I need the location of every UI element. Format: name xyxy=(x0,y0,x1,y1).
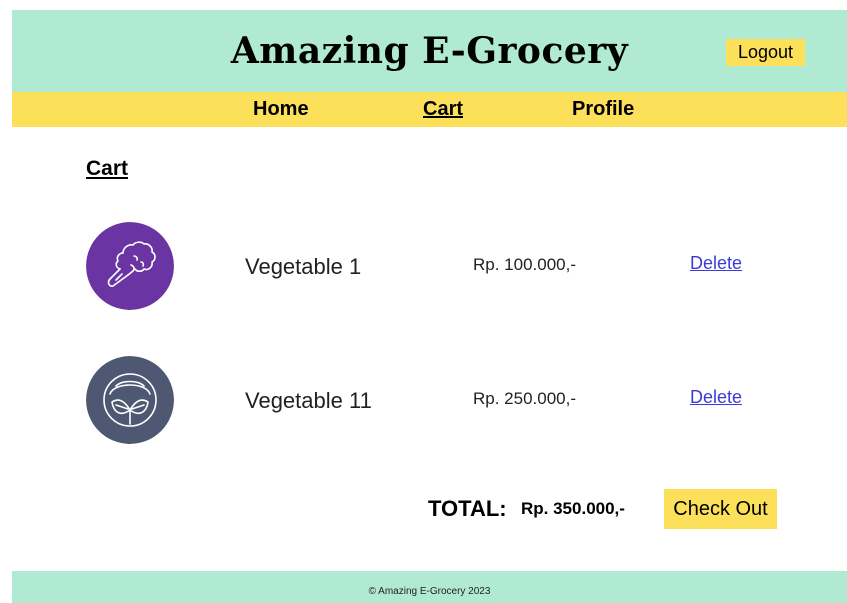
total-label: TOTAL: xyxy=(428,496,507,521)
nav-home-link[interactable]: Home xyxy=(253,98,309,121)
total-value: Rp. 350.000,- xyxy=(521,499,625,518)
item-price: Rp. 250.000,- xyxy=(473,389,577,408)
cart-item: Vegetable 11 Rp. 250.000,- Delete xyxy=(0,356,847,446)
nav-profile-link[interactable]: Profile xyxy=(572,98,634,121)
checkout-button[interactable]: Check Out xyxy=(664,489,777,529)
page-title: Cart xyxy=(86,157,129,180)
broccoli-icon xyxy=(86,222,174,310)
copyright-text: © Amazing E-Grocery 2023 xyxy=(368,586,491,597)
logout-button[interactable]: Logout xyxy=(726,39,805,66)
delete-item-link[interactable]: Delete xyxy=(690,253,742,274)
site-header: Amazing E-Grocery Logout xyxy=(12,10,847,92)
delete-item-link[interactable]: Delete xyxy=(690,387,742,408)
item-name: Vegetable 1 xyxy=(245,254,362,279)
site-footer: © Amazing E-Grocery 2023 xyxy=(12,571,847,603)
item-name: Vegetable 11 xyxy=(245,388,372,413)
main-nav: Home Cart Profile xyxy=(12,92,847,127)
nav-cart-link[interactable]: Cart xyxy=(423,98,463,121)
cart-item: Vegetable 1 Rp. 100.000,- Delete xyxy=(0,222,847,312)
site-title: Amazing E-Grocery xyxy=(230,30,629,72)
cabbage-icon xyxy=(86,356,174,444)
item-price: Rp. 100.000,- xyxy=(473,255,577,274)
